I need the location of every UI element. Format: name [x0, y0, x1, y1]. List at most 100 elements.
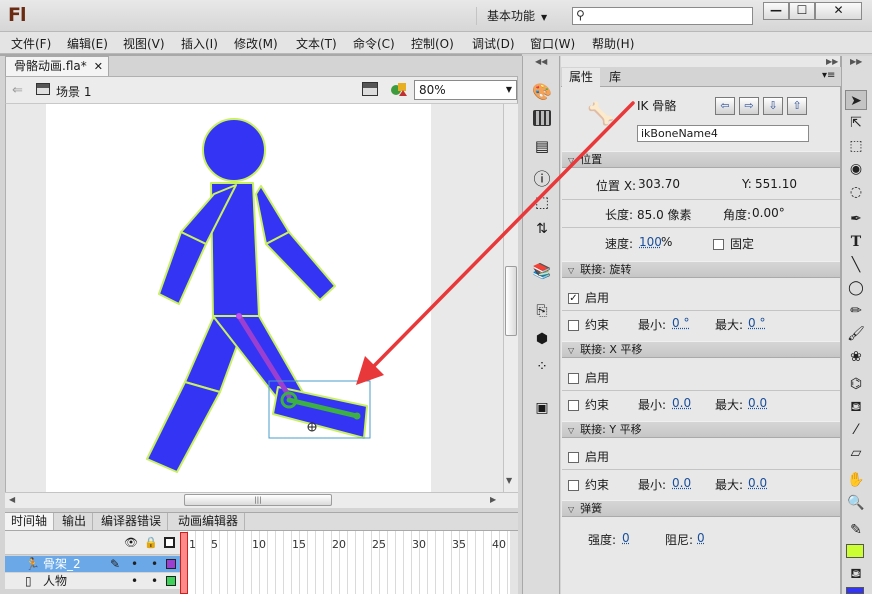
damping-value[interactable]: 0 [697, 531, 705, 545]
edit-scene-icon[interactable] [362, 82, 378, 96]
menu-control[interactable]: 控制(O) [411, 35, 454, 52]
menu-debug[interactable]: 调试(D) [472, 35, 515, 52]
align-icon[interactable]: ▤ [531, 137, 553, 157]
color-swatch[interactable] [846, 587, 864, 594]
fixed-checkbox[interactable]: 固定 [713, 235, 754, 252]
scroll-down-icon[interactable]: ▼ [506, 476, 512, 485]
outline-icon[interactable] [164, 537, 175, 548]
menu-help[interactable]: 帮助(H) [592, 35, 634, 52]
components-icon[interactable]: ⬢ [531, 331, 553, 351]
stage-artwork[interactable] [5, 104, 503, 492]
scroll-right-icon[interactable]: ▶ [490, 495, 496, 504]
rotation-enable-checkbox[interactable]: ✓ 启用 [568, 289, 609, 306]
text-tool-icon[interactable]: T [845, 232, 867, 252]
lasso-tool-icon[interactable]: ◌ [845, 182, 867, 202]
speed-value[interactable]: 100 [639, 235, 662, 249]
tab-compiler-errors[interactable]: 编译器错误 [95, 513, 169, 530]
close-icon[interactable]: ✕ [94, 57, 103, 76]
parent-bone-button[interactable]: ⇧ [787, 97, 807, 115]
bone-tail[interactable] [353, 412, 361, 420]
menu-modify[interactable]: 修改(M) [234, 35, 278, 52]
back-arrow-icon[interactable]: ⇐ [12, 83, 23, 98]
x-min-value[interactable]: 0.0 [672, 396, 691, 410]
previous-bone-button[interactable]: ⇦ [715, 97, 735, 115]
playhead[interactable] [180, 532, 188, 594]
checkbox-checked[interactable]: ✓ [568, 293, 579, 304]
x-constrain-checkbox[interactable]: 约束 [568, 396, 609, 413]
transform-icon[interactable]: ⬚ [531, 193, 553, 213]
figure-back-shin[interactable] [146, 381, 221, 473]
y-enable-checkbox[interactable]: 启用 [568, 448, 609, 465]
minimize-button[interactable]: — [763, 2, 789, 20]
rotation-max-value[interactable]: 0 ° [748, 316, 765, 330]
swatches-icon[interactable] [533, 110, 551, 126]
horizontal-scroll-thumb[interactable]: ||| [184, 494, 332, 506]
menu-insert[interactable]: 插入(I) [181, 35, 218, 52]
checkbox[interactable] [568, 320, 579, 331]
layer-name[interactable]: 人物 [43, 573, 67, 589]
checkbox[interactable] [568, 480, 579, 491]
info-icon[interactable]: ⓘ [531, 165, 553, 190]
layer-color-swatch[interactable] [166, 576, 176, 586]
menu-window[interactable]: 窗口(W) [530, 35, 575, 52]
motion-presets-icon[interactable]: ⁘ [531, 359, 553, 379]
collapse-arrows-icon[interactable]: ▶▶ [826, 57, 838, 66]
layer-name[interactable]: 骨架_2 [43, 556, 81, 572]
checkbox[interactable] [568, 400, 579, 411]
fill-color-icon[interactable]: ⛾ [845, 564, 867, 584]
tab-motion-editor[interactable]: 动画编辑器 [172, 513, 246, 530]
checkbox[interactable] [568, 452, 579, 463]
3d-rotation-tool-icon[interactable]: ◉ [845, 159, 867, 179]
y-constrain-checkbox[interactable]: 约束 [568, 476, 609, 493]
y-min-value[interactable]: 0.0 [672, 476, 691, 490]
layer-row[interactable]: ▯ 人物 • • [5, 573, 180, 589]
y-max-value[interactable]: 0.0 [748, 476, 767, 490]
section-joint-rotation[interactable]: ▽ 联接: 旋转 [562, 261, 840, 278]
menu-text[interactable]: 文本(T) [296, 35, 337, 52]
child-bone-button[interactable]: ⇩ [763, 97, 783, 115]
oval-tool-icon[interactable]: ◯ [845, 278, 867, 298]
brush-tool-icon[interactable]: 🖌 [845, 324, 867, 344]
next-bone-button[interactable]: ⇨ [739, 97, 759, 115]
workspace-switcher[interactable]: 基本功能 ▼ [476, 7, 560, 25]
actions-icon[interactable]: ⎘ [531, 303, 553, 323]
vertical-scroll-thumb[interactable] [505, 266, 517, 336]
selection-tool-icon[interactable]: ➤ [845, 90, 867, 110]
visibility-dot[interactable]: • [131, 556, 138, 572]
x-enable-checkbox[interactable]: 启用 [568, 369, 609, 386]
tab-output[interactable]: 输出 [56, 513, 94, 530]
figure-front-forearm[interactable] [265, 231, 336, 301]
library-icon[interactable]: 📚 [531, 262, 553, 282]
visibility-dot[interactable]: • [131, 573, 138, 589]
rotation-constrain-checkbox[interactable]: 约束 [568, 316, 609, 333]
menu-view[interactable]: 视图(V) [123, 35, 165, 52]
subselection-tool-icon[interactable]: ⇱ [845, 113, 867, 133]
scene-panel-icon[interactable]: ▣ [531, 400, 553, 420]
pencil-tool-icon[interactable]: ✏ [845, 301, 867, 321]
strength-value[interactable]: 0 [622, 531, 630, 545]
section-spring[interactable]: ▽ 弹簧 [562, 500, 840, 517]
zoom-tool-icon[interactable]: 🔍 [845, 493, 867, 513]
collapse-arrows-icon[interactable]: ▶▶ [850, 57, 862, 66]
maximize-button[interactable]: ☐ [789, 2, 815, 20]
layer-color-swatch[interactable] [166, 559, 176, 569]
rotation-min-value[interactable]: 0 ° [672, 316, 689, 330]
free-transform-tool-icon[interactable]: ⬚ [845, 136, 867, 156]
menu-commands[interactable]: 命令(C) [353, 35, 395, 52]
zoom-select[interactable]: 80% ▼ [414, 80, 517, 100]
edit-symbols-icon[interactable] [390, 80, 408, 98]
scroll-left-icon[interactable]: ◀ [9, 495, 15, 504]
figure-back-forearm[interactable] [158, 231, 207, 305]
menu-file[interactable]: 文件(F) [11, 35, 51, 52]
checkbox[interactable] [713, 239, 724, 250]
collapse-arrows-icon[interactable]: ◀◀ [535, 57, 547, 66]
menu-edit[interactable]: 编辑(E) [67, 35, 108, 52]
hand-tool-icon[interactable]: ✋ [845, 470, 867, 490]
document-tab[interactable]: 骨骼动画.fla* ✕ [5, 56, 109, 76]
section-joint-x[interactable]: ▽ 联接: X 平移 [562, 341, 840, 358]
eraser-tool-icon[interactable]: ▱ [845, 443, 867, 463]
section-position[interactable]: ▽ 位置 [562, 151, 840, 168]
fill-color-swatch[interactable] [846, 544, 864, 558]
code-snippets-icon[interactable]: ⇅ [531, 221, 553, 241]
bone-joint[interactable] [236, 313, 242, 319]
